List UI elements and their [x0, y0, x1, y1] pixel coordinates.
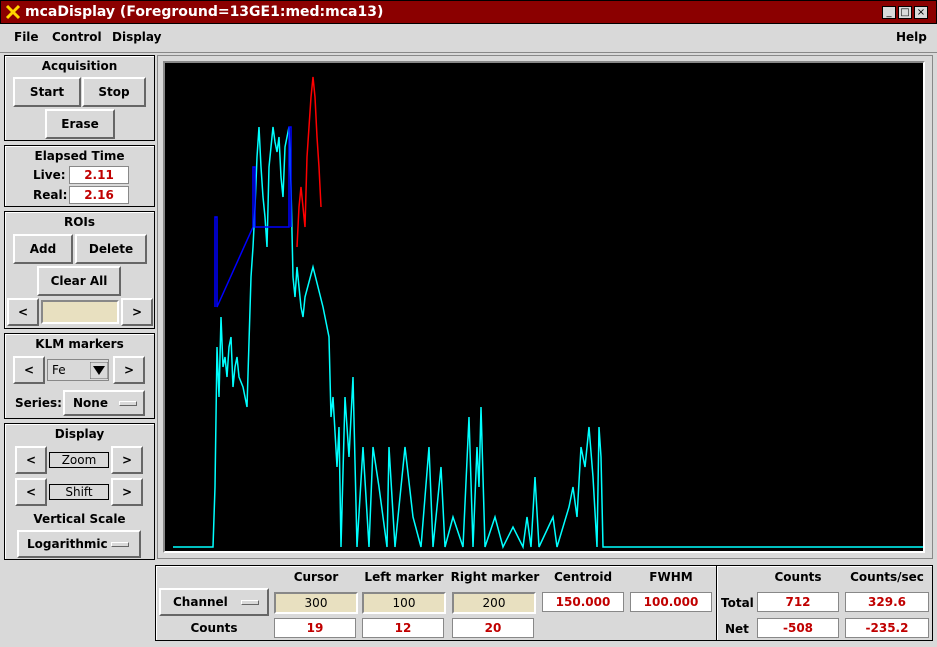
option-menu-indicator-icon — [241, 600, 259, 605]
elapsed-time-panel: Elapsed Time Live: 2.11 Real: 2.16 — [4, 145, 155, 207]
display-panel: Display < Zoom > < Shift > Vertical Scal… — [4, 423, 155, 560]
dropdown-arrow-icon[interactable] — [90, 362, 108, 379]
stop-button[interactable]: Stop — [82, 77, 146, 107]
left-counts-value: 12 — [362, 618, 444, 638]
shift-left-button[interactable]: < — [15, 478, 47, 506]
total-counts-value: 712 — [757, 592, 839, 612]
menu-bar: File Control Display Help — [0, 24, 937, 52]
total-label: Total — [721, 596, 754, 610]
klm-element-value: Fe — [52, 363, 66, 377]
right-marker-field[interactable]: 200 — [452, 592, 536, 614]
units-option-menu[interactable]: Channel — [159, 588, 269, 616]
roi-field[interactable] — [41, 300, 119, 324]
spectrum-plot[interactable] — [163, 61, 933, 553]
series-label: Series: — [15, 396, 62, 410]
spectrum-series-0 — [173, 126, 933, 550]
klm-next-button[interactable]: > — [113, 356, 145, 384]
live-label: Live: — [33, 168, 66, 182]
right-counts-value: 20 — [452, 618, 534, 638]
left-marker-header: Left marker — [364, 570, 444, 584]
menu-display[interactable]: Display — [112, 30, 161, 44]
centroid-header: Centroid — [553, 570, 613, 584]
klm-title: KLM markers — [35, 337, 124, 351]
window-title: mcaDisplay (Foreground=13GE1:med:mca13) — [25, 4, 384, 20]
left-marker-field[interactable]: 100 — [362, 592, 446, 614]
close-button[interactable]: × — [914, 6, 928, 19]
elapsed-title: Elapsed Time — [34, 149, 125, 163]
net-cps-value: -235.2 — [845, 618, 929, 638]
cursor-value-field[interactable]: 300 — [274, 592, 358, 614]
minimize-button[interactable]: _ — [882, 6, 896, 19]
totals-panel: Counts Counts/sec Total 712 329.6 Net -5… — [716, 565, 933, 641]
marker-panel: Cursor Left marker Right marker Centroid… — [155, 565, 717, 641]
vertical-scale-value: Logarithmic — [27, 537, 108, 551]
counts-header: Counts — [774, 570, 822, 584]
erase-button[interactable]: Erase — [45, 109, 115, 139]
menu-file[interactable]: File — [14, 30, 39, 44]
rois-panel: ROIs Add Delete Clear All < > — [4, 211, 155, 329]
app-logo-icon — [5, 4, 21, 20]
klm-prev-button[interactable]: < — [13, 356, 45, 384]
vertical-scale-option-menu[interactable]: Logarithmic — [17, 530, 141, 558]
series-value: None — [73, 396, 108, 410]
clear-all-button[interactable]: Clear All — [37, 266, 121, 296]
fwhm-header: FWHM — [649, 570, 693, 584]
spectrum-series-1 — [296, 76, 322, 248]
rois-title: ROIs — [63, 215, 96, 229]
add-roi-button[interactable]: Add — [13, 234, 73, 264]
roi-next-button[interactable]: > — [121, 298, 153, 326]
delete-roi-button[interactable]: Delete — [75, 234, 147, 264]
counts-per-sec-header: Counts/sec — [850, 570, 924, 584]
menu-divider — [0, 52, 937, 53]
units-value: Channel — [173, 595, 228, 609]
shift-right-button[interactable]: > — [111, 478, 143, 506]
display-title: Display — [54, 427, 105, 441]
vertical-scale-title: Vertical Scale — [33, 512, 126, 526]
roi-prev-button[interactable]: < — [7, 298, 39, 326]
live-time-value: 2.11 — [69, 166, 129, 184]
title-bar: mcaDisplay (Foreground=13GE1:med:mca13) … — [0, 0, 937, 24]
start-button[interactable]: Start — [13, 77, 81, 107]
cursor-header: Cursor — [293, 570, 339, 584]
centroid-value: 150.000 — [542, 592, 624, 612]
menu-help[interactable]: Help — [896, 30, 927, 44]
fwhm-value: 100.000 — [630, 592, 712, 612]
option-menu-indicator-icon — [111, 542, 129, 547]
zoom-out-button[interactable]: < — [15, 446, 47, 474]
spectrum-chart — [173, 76, 933, 550]
klm-element-combobox[interactable]: Fe — [47, 359, 109, 381]
acquisition-title: Acquisition — [41, 59, 118, 73]
maximize-button[interactable]: □ — [898, 6, 912, 19]
net-label: Net — [725, 622, 749, 636]
zoom-in-button[interactable]: > — [111, 446, 143, 474]
option-menu-indicator-icon — [119, 401, 137, 406]
total-cps-value: 329.6 — [845, 592, 929, 612]
series-option-menu[interactable]: None — [63, 390, 145, 416]
menu-control[interactable]: Control — [52, 30, 102, 44]
right-marker-header: Right marker — [450, 570, 540, 584]
acquisition-panel: Acquisition Start Stop Erase — [4, 55, 155, 141]
shift-label: Shift — [49, 484, 109, 500]
zoom-label: Zoom — [49, 452, 109, 468]
counts-row-label: Counts — [190, 621, 238, 635]
real-label: Real: — [33, 188, 68, 202]
klm-markers-panel: KLM markers < Fe > Series: None — [4, 333, 155, 419]
real-time-value: 2.16 — [69, 186, 129, 204]
net-counts-value: -508 — [757, 618, 839, 638]
cursor-counts-value: 19 — [274, 618, 356, 638]
